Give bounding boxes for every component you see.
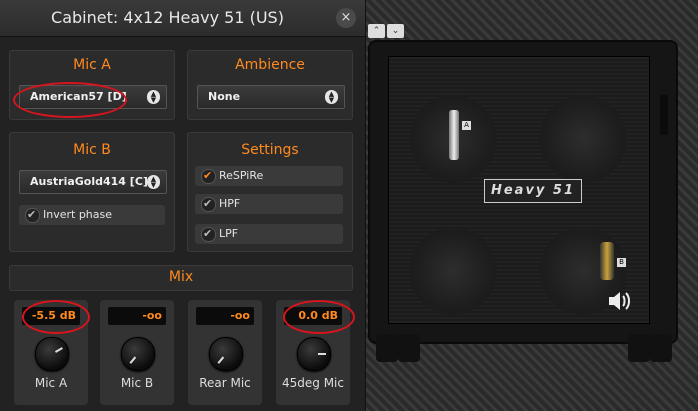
select-arrows-icon: ▲ ▼: [325, 90, 338, 104]
respire-label: ReSPiRe: [219, 169, 264, 182]
mic-b-select[interactable]: AustriaGold414 [C] ▲ ▼: [19, 170, 167, 194]
mic-b-mix-label: Mic B: [120, 376, 154, 390]
mix-channel-mic-b: -oo Mic B: [100, 300, 174, 405]
mic-a-mix-label: Mic A: [34, 376, 68, 390]
lpf-checkbox[interactable]: ✔ LPF: [195, 224, 343, 244]
45deg-mic-knob[interactable]: [297, 337, 331, 371]
mic-b-select-value: AustriaGold414 [C]: [30, 175, 148, 188]
invert-phase-label: Invert phase: [43, 208, 113, 221]
checkbox-icon: ✔: [25, 208, 40, 223]
select-arrows-icon: ▲ ▼: [147, 175, 160, 189]
mic-b-microphone[interactable]: [600, 242, 614, 280]
respire-checkbox[interactable]: ✔ ReSPiRe: [195, 166, 343, 186]
mic-b-heading: Mic B: [73, 142, 111, 158]
checkbox-icon: ✔: [201, 169, 216, 184]
heavy-51-logo: Heavy 51: [484, 179, 582, 203]
invert-phase-checkbox[interactable]: ✔ Invert phase: [19, 205, 165, 225]
hpf-label: HPF: [219, 197, 241, 210]
select-arrows-icon: ▲ ▼: [147, 90, 160, 104]
ambience-select[interactable]: None ▲ ▼: [197, 85, 345, 109]
cabinet-handle: [660, 95, 668, 135]
mic-a-knob[interactable]: [35, 337, 69, 371]
close-button[interactable]: ×: [336, 8, 356, 28]
check-icon: ✔: [203, 197, 213, 210]
ambience-heading: Ambience: [235, 57, 305, 73]
ambience-select-value: None: [208, 90, 241, 103]
caster-wheel: [398, 334, 420, 362]
mic-b-badge: B: [617, 258, 626, 267]
checkbox-icon: ✔: [201, 197, 216, 212]
mix-header: Mix: [9, 265, 353, 291]
mic-a-heading: Mic A: [73, 57, 111, 73]
rear-mic-knob[interactable]: [209, 337, 243, 371]
knob-indicator: [54, 347, 63, 353]
nav-up-button[interactable]: ⌃: [368, 24, 385, 38]
rear-mic-mix-label: Rear Mic: [199, 376, 251, 390]
lpf-label: LPF: [219, 227, 239, 240]
caster-wheel: [628, 334, 650, 362]
mic-b-level-display: -oo: [108, 307, 166, 325]
mic-a-badge: A: [462, 121, 471, 130]
cabinet-panel: Cabinet: 4x12 Heavy 51 (US) × Mic A Amer…: [0, 0, 366, 411]
rear-mic-level-display: -oo: [196, 307, 254, 325]
ambience-section: Ambience None ▲ ▼: [187, 50, 353, 120]
nav-down-button[interactable]: ⌄: [387, 24, 404, 38]
speaker-volume-icon[interactable]: [607, 290, 633, 312]
red-annotation-circle: [22, 300, 90, 334]
mic-b-section: Mic B AustriaGold414 [C] ▲ ▼ ✔ Invert pha…: [9, 132, 175, 252]
settings-heading: Settings: [241, 142, 299, 158]
hpf-checkbox[interactable]: ✔ HPF: [195, 194, 343, 214]
mix-channel-rear-mic: -oo Rear Mic: [188, 300, 262, 405]
mix-heading: Mix: [168, 269, 194, 285]
knob-indicator: [318, 353, 326, 355]
45deg-mic-mix-label: 45deg Mic: [282, 376, 344, 390]
knob-indicator: [217, 356, 225, 364]
check-icon: ✔: [27, 208, 37, 221]
speaker-cone: [539, 95, 627, 183]
knob-indicator: [129, 356, 137, 364]
check-icon: ✔: [203, 227, 213, 240]
speaker-cone: [409, 227, 497, 315]
caster-wheel: [650, 334, 672, 362]
check-icon: ✔: [203, 169, 213, 182]
title-bar: Cabinet: 4x12 Heavy 51 (US) ×: [0, 0, 365, 37]
red-annotation-circle: [13, 82, 127, 118]
checkbox-icon: ✔: [201, 227, 216, 242]
mic-b-knob[interactable]: [121, 337, 155, 371]
settings-section: Settings ✔ ReSPiRe ✔ HPF ✔ LPF: [187, 132, 353, 252]
mic-a-microphone[interactable]: [449, 110, 459, 160]
speaker-grille: Heavy 51: [388, 56, 650, 324]
red-annotation-circle: [283, 300, 355, 334]
caster-wheel: [376, 334, 398, 362]
window-title: Cabinet: 4x12 Heavy 51 (US): [51, 8, 284, 27]
